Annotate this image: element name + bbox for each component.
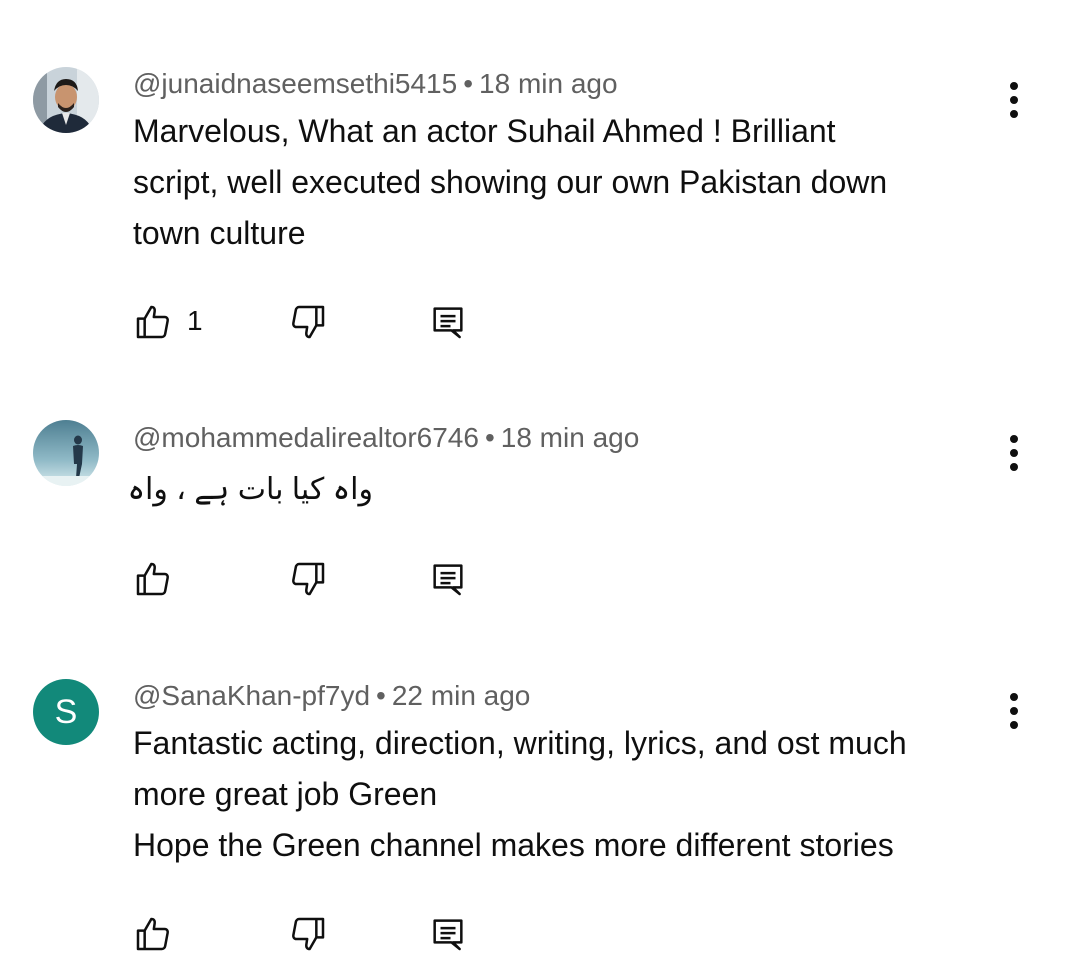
meta-separator: • (463, 68, 474, 99)
avatar[interactable]: S (33, 679, 99, 745)
comment-text-line: script, well executed showing our own Pa… (133, 164, 888, 200)
reply-button[interactable] (428, 912, 472, 956)
comment-meta: @mohammedalirealtor6746 • 18 min ago (133, 421, 639, 455)
dislike-button[interactable] (288, 557, 332, 601)
like-count: 1 (187, 305, 203, 336)
more-vert-icon-dot (1010, 110, 1018, 118)
dislike-button[interactable] (288, 912, 332, 956)
thumbs-down-icon (292, 562, 325, 596)
thumbs-up-icon (136, 917, 169, 951)
thumbs-down-icon (292, 305, 325, 339)
more-vert-icon-dot (1010, 721, 1018, 729)
thumbs-down-icon (292, 917, 325, 951)
reply-icon (433, 564, 463, 596)
reply-button[interactable] (428, 300, 472, 344)
more-vert-icon (1010, 435, 1018, 443)
more-vert-icon-dot (1010, 463, 1018, 471)
comment-text-line: Hope the Green channel makes more differ… (133, 827, 894, 863)
thumbs-up-icon (136, 562, 169, 596)
avatar-photo (33, 67, 99, 133)
comment-text-line: Fantastic acting, direction, writing, ly… (133, 725, 907, 761)
comment-text-line: more great job Green (133, 776, 438, 812)
like-button[interactable] (133, 912, 177, 956)
more-vert-icon-dot (1010, 707, 1018, 715)
comment-meta: @junaidnaseemsethi5415 • 18 min ago (133, 67, 618, 101)
meta-separator: • (484, 422, 495, 453)
reply-icon (433, 919, 463, 951)
comment-text: واہ کیا بات ہے ، واہ (127, 470, 373, 510)
comment-text: Fantastic acting, direction, writing, ly… (133, 718, 993, 871)
more-vert-icon (1010, 693, 1018, 701)
comment-text-line: town culture (133, 215, 306, 251)
comment-time: 18 min ago (500, 422, 640, 453)
reply-icon (433, 307, 463, 339)
comment-time: 22 min ago (391, 680, 531, 711)
meta-separator: • (376, 680, 386, 711)
like-button[interactable] (133, 557, 177, 601)
more-options-button[interactable] (998, 78, 1030, 122)
thumbs-up-icon (136, 305, 169, 339)
comment-author[interactable]: @mohammedalirealtor6746 (133, 422, 479, 453)
avatar-photo (33, 420, 99, 486)
like-button[interactable]: 1 (133, 300, 223, 344)
dislike-button[interactable] (288, 300, 332, 344)
comment-author[interactable]: @junaidnaseemsethi5415 (133, 68, 457, 99)
comment-text: Marvelous, What an actor Suhail Ahmed ! … (133, 106, 993, 259)
more-vert-icon-dot (1010, 449, 1018, 457)
comment-author[interactable]: @SanaKhan-pf7yd (133, 680, 370, 711)
more-vert-icon (1010, 82, 1018, 90)
comment-time: 18 min ago (479, 68, 618, 99)
more-options-button[interactable] (998, 431, 1030, 475)
comment-text-line: Marvelous, What an actor Suhail Ahmed ! … (133, 113, 836, 149)
reply-button[interactable] (428, 557, 472, 601)
more-options-button[interactable] (998, 689, 1030, 733)
more-vert-icon-dot (1010, 96, 1018, 104)
comment-meta: @SanaKhan-pf7yd • 22 min ago (133, 679, 530, 713)
avatar[interactable] (33, 420, 99, 486)
avatar[interactable] (33, 67, 99, 133)
comment-text-line: واہ کیا بات ہے ، واہ (127, 473, 373, 506)
avatar-letter: S (54, 693, 78, 731)
